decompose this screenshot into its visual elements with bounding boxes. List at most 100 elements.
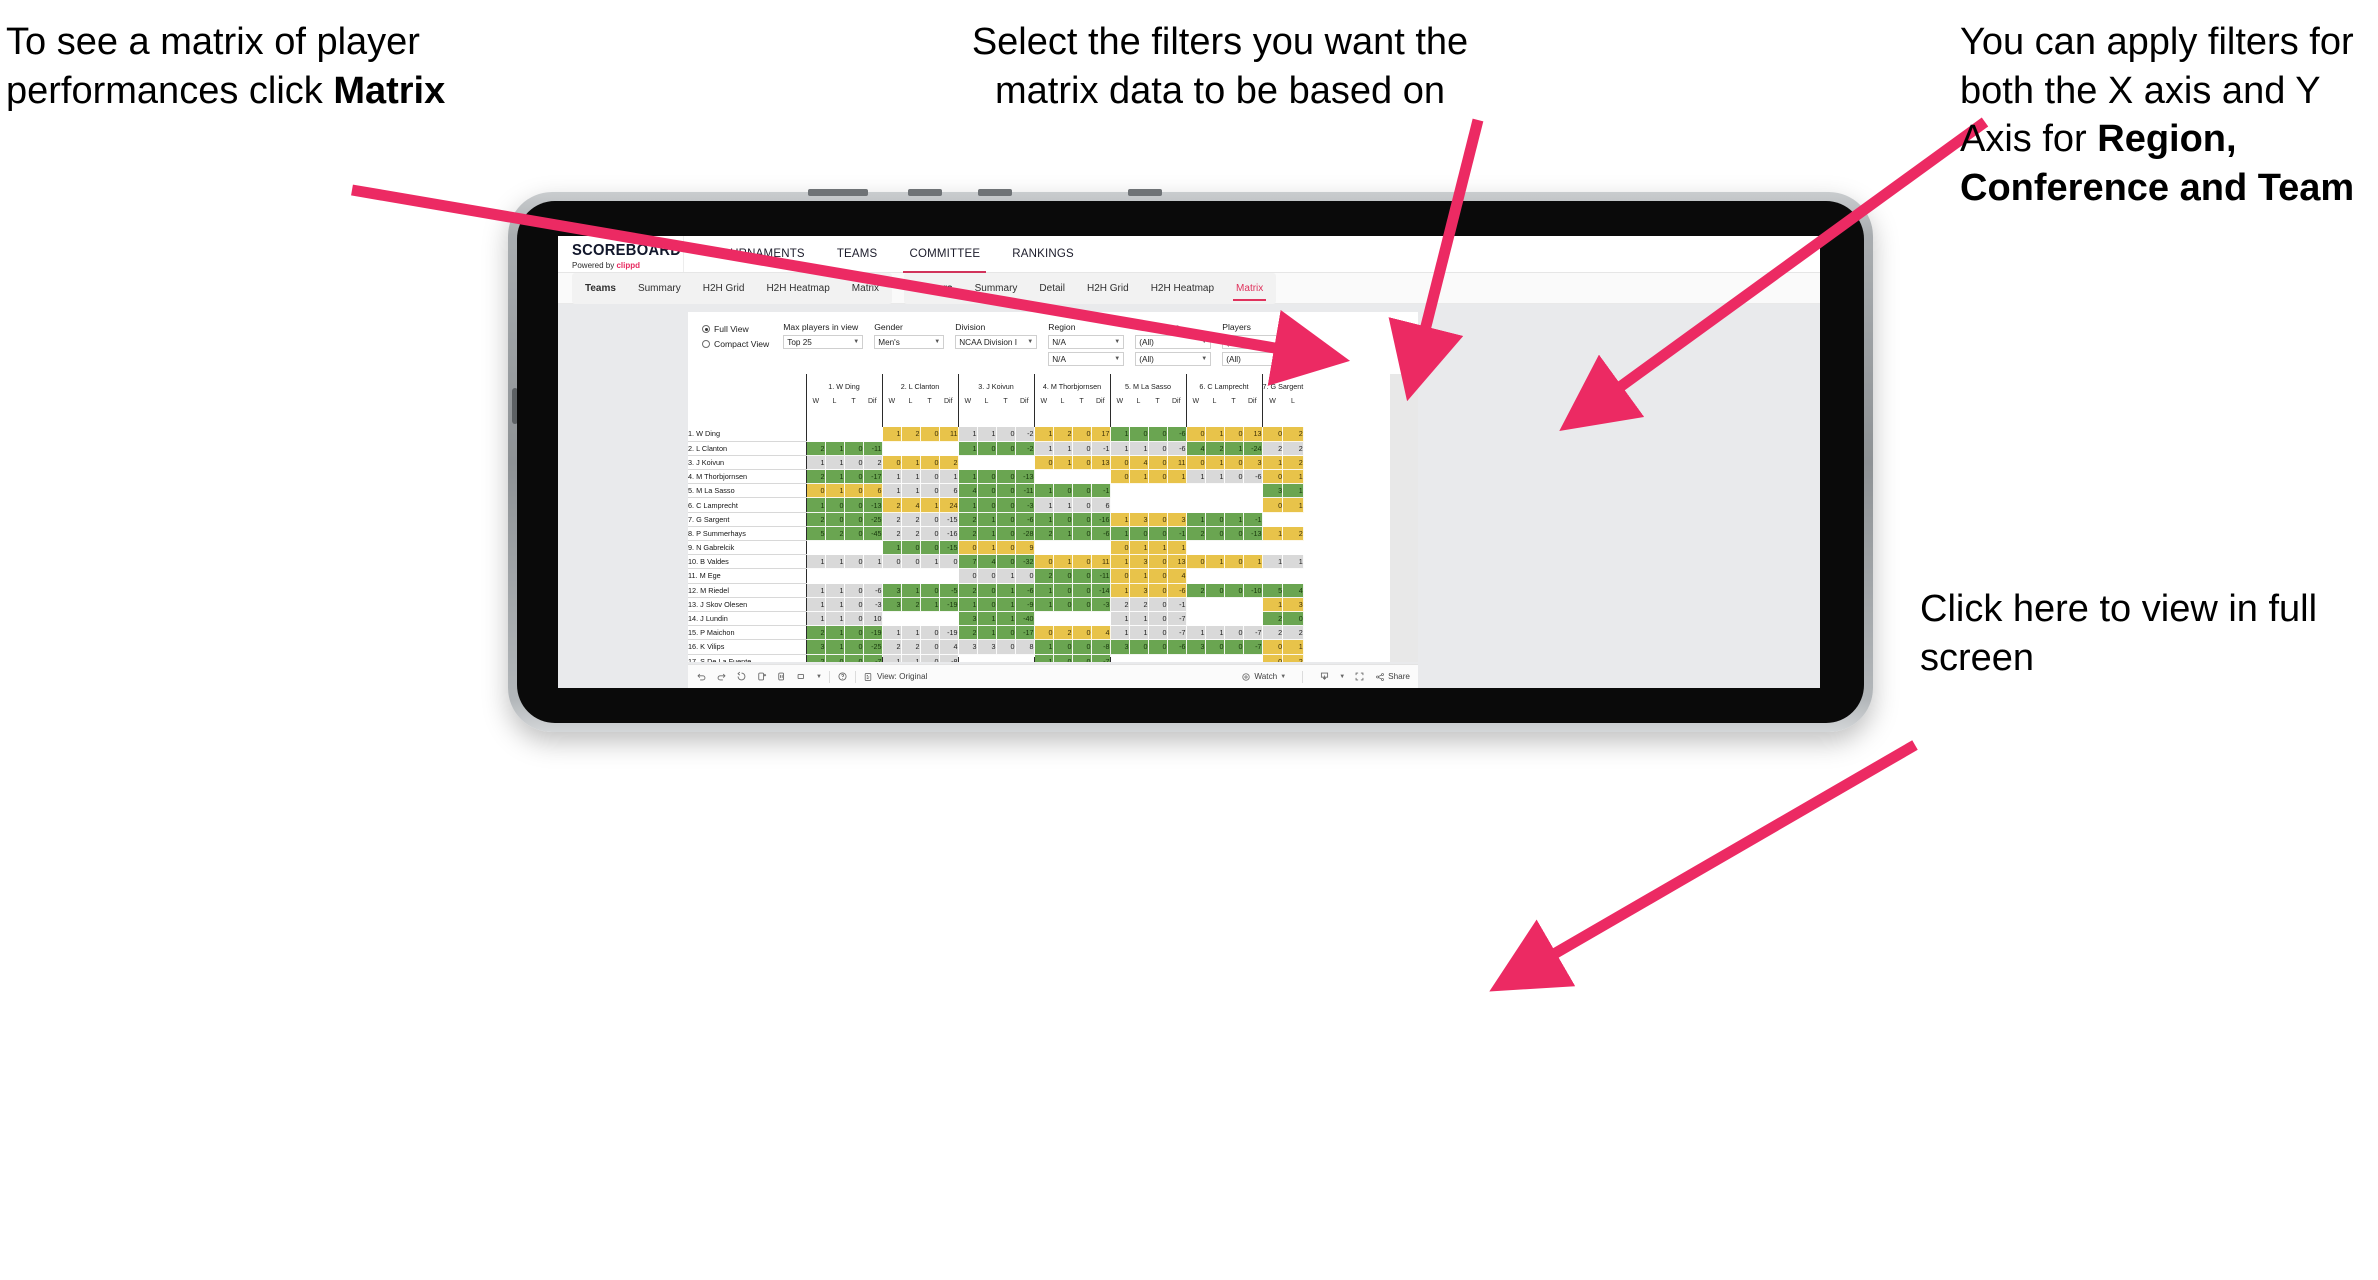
matrix-cell[interactable]: -45 [863,526,883,542]
matrix-cell[interactable] [920,568,940,584]
help-icon[interactable] [837,671,848,682]
subnav-teams-h2h-grid[interactable]: H2H Grid [692,273,756,304]
matrix-cell[interactable]: -16 [939,526,959,542]
matrix-cell[interactable]: 1 [1282,483,1304,499]
matrix-cell[interactable]: 0 [1109,455,1130,471]
matrix-cell[interactable]: 0 [977,483,997,499]
nav-item-teams[interactable]: TEAMS [821,236,894,273]
matrix-cell[interactable]: 1 [1243,554,1263,570]
radio-compact-view[interactable]: Compact View [702,339,769,349]
matrix-cell[interactable]: 2 [881,639,902,655]
matrix-cell[interactable]: 13 [1243,427,1263,442]
matrix-cell[interactable]: 1 [825,469,845,485]
matrix-cell[interactable] [1185,568,1206,584]
matrix-cell[interactable]: -7 [1167,625,1187,641]
matrix-cell[interactable]: 1 [1167,540,1187,556]
matrix-cell[interactable] [1072,611,1092,627]
nav-item-committee[interactable]: COMMITTEE [893,236,996,273]
matrix-cell[interactable]: 2 [1282,441,1304,456]
matrix-cell[interactable]: -10 [1243,583,1263,598]
matrix-cell[interactable] [1282,540,1304,556]
watch-button[interactable]: Watch ▼ [1240,671,1286,682]
fullscreen-icon[interactable] [1354,671,1365,682]
matrix-cell[interactable]: -5 [939,583,959,598]
matrix-cell[interactable]: -13 [1243,526,1263,542]
matrix-cell[interactable]: 1 [957,441,978,456]
matrix-cell[interactable] [825,568,845,584]
matrix-cell[interactable]: 0 [844,583,864,598]
matrix-cell[interactable]: 0 [920,512,940,527]
matrix-cell[interactable] [1205,497,1225,513]
matrix-cell[interactable]: 1 [996,611,1016,627]
matrix-cell[interactable]: 3 [881,597,902,612]
matrix-cell[interactable]: 0 [1185,427,1206,442]
matrix-cell[interactable]: 0 [1129,639,1149,655]
matrix-cell[interactable]: 4 [1185,441,1206,456]
matrix-cell[interactable]: 1 [1282,639,1304,655]
matrix-cell[interactable]: -19 [863,625,883,641]
matrix-cell[interactable]: 1 [1205,427,1225,442]
matrix-cell[interactable]: 1 [1129,625,1149,641]
matrix-cell[interactable] [1015,455,1035,471]
matrix-cell[interactable]: 0 [844,526,864,542]
matrix-cell[interactable]: 1 [996,583,1016,598]
matrix-cell[interactable] [863,540,883,556]
matrix-cell[interactable]: -6 [1091,526,1111,542]
matrix-cell[interactable]: -32 [1015,554,1035,570]
matrix-cell[interactable]: 1 [996,568,1016,584]
matrix-cell[interactable] [1148,497,1168,513]
matrix-cell[interactable] [1072,469,1092,485]
matrix-cell[interactable]: 2 [1033,568,1054,584]
filter-gender-select[interactable]: Men's ▼ [874,335,945,349]
matrix-cell[interactable]: 1 [1167,469,1187,485]
matrix-cell[interactable]: 0 [920,540,940,556]
matrix-cell[interactable]: 0 [1072,568,1092,584]
matrix-cell[interactable]: -14 [1091,583,1111,598]
matrix-cell[interactable]: 1 [1053,497,1073,513]
matrix-cell[interactable]: 1 [825,455,845,471]
download-icon[interactable] [1319,671,1330,682]
matrix-cell[interactable]: -24 [1243,441,1263,456]
matrix-cell[interactable]: 0 [1109,568,1130,584]
matrix-cell[interactable]: 0 [1282,611,1304,627]
matrix-cell[interactable]: 0 [1053,597,1073,612]
matrix-cell[interactable]: 1 [1282,554,1304,570]
matrix-cell[interactable]: -2 [1015,427,1035,442]
matrix-cell[interactable] [1282,568,1304,584]
matrix-cell[interactable]: 0 [996,540,1016,556]
matrix-cell[interactable]: 1 [957,469,978,485]
matrix-cell[interactable]: 0 [1053,483,1073,499]
matrix-cell[interactable] [1205,597,1225,612]
matrix-cell[interactable]: 2 [825,526,845,542]
matrix-cell[interactable]: -15 [939,512,959,527]
matrix-cell[interactable]: 0 [920,483,940,499]
subnav-teams[interactable]: Teams [574,273,627,304]
matrix-cell[interactable]: 2 [1261,625,1284,641]
matrix-cell[interactable] [1109,497,1130,513]
matrix-cell[interactable] [1091,469,1111,485]
matrix-cell[interactable]: 0 [844,625,864,641]
matrix-cell[interactable] [805,568,826,584]
matrix-cell[interactable]: 0 [1224,625,1244,641]
matrix-cell[interactable]: 3 [1129,554,1149,570]
matrix-cell[interactable]: -6 [1243,469,1263,485]
matrix-cell[interactable]: 0 [1015,568,1035,584]
matrix-cell[interactable]: 0 [1224,639,1244,655]
matrix-cell[interactable]: 0 [920,639,940,655]
matrix-cell[interactable] [1129,497,1149,513]
matrix-cell[interactable] [1224,497,1244,513]
matrix-cell[interactable]: 2 [1053,427,1073,442]
matrix-cell[interactable]: 1 [881,427,902,442]
matrix-cell[interactable] [1224,540,1244,556]
matrix-cell[interactable]: -15 [939,540,959,556]
matrix-cell[interactable]: 1 [825,625,845,641]
matrix-cell[interactable]: 1 [1185,512,1206,527]
matrix-cell[interactable] [1282,512,1304,527]
matrix-cell[interactable]: 0 [825,497,845,513]
matrix-cell[interactable]: 0 [1205,583,1225,598]
filter-region-select-y[interactable]: N/A ▼ [1048,352,1125,366]
matrix-cell[interactable]: 10 [863,611,883,627]
matrix-cell[interactable]: -6 [1167,441,1187,456]
matrix-cell[interactable]: 0 [996,441,1016,456]
matrix-cell[interactable]: 1 [957,427,978,442]
